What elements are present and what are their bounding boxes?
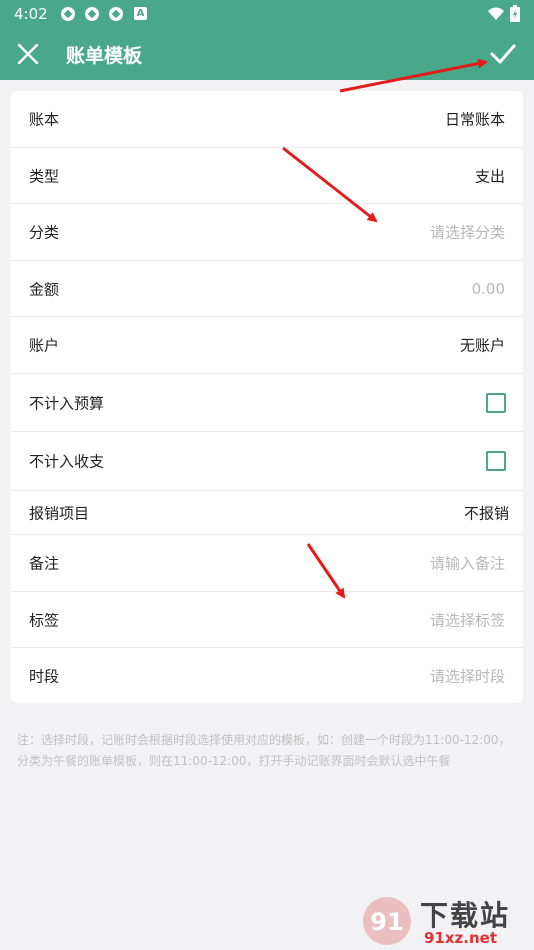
row-label: 时段 [29,667,60,685]
status-bar: 4:02 A [0,0,534,28]
row-label: 分类 [29,223,60,242]
row-label: 不计入收支 [29,452,105,471]
category-placeholder: 请选择分类 [429,223,505,242]
time-period-placeholder: 请选择时段 [429,667,505,685]
row-remark[interactable]: 备注 请输入备注 [11,535,523,592]
row-label: 账户 [29,336,60,355]
row-type[interactable]: 类型 支出 [11,148,523,204]
row-label: 不计入预算 [29,394,105,412]
watermark-text: 下载站 [420,899,511,932]
page-title: 账单模板 [66,45,143,67]
help-note: 注：选择时段，记账时会根据时段选择使用对应的模板，如：创建一个时段为11:00-… [17,733,511,768]
row-amount[interactable]: 金额 0.00 [11,261,523,317]
amount-input[interactable]: 0.00 [472,280,505,298]
row-tags[interactable]: 标签 请选择标签 [11,592,523,648]
row-label: 金额 [29,280,60,298]
remark-input[interactable]: 请输入备注 [430,553,505,574]
battery-icon [510,5,520,22]
row-label: 账本 [29,110,60,129]
exclude-budget-checkbox[interactable] [486,392,506,413]
row-reimbursement[interactable]: 报销项目 不报销 [11,491,523,535]
status-right [488,5,520,22]
row-label: 备注 [29,554,60,573]
watermark-url: 91xz.net [424,929,498,947]
status-time: 4:02 [14,5,48,23]
template-form: 账本 日常账本 类型 支出 分类 请选择分类 金额 0.00 账户 无账户 不计… [11,91,523,703]
app-notification-icon [85,7,99,21]
exclude-income-expense-checkbox[interactable] [486,451,506,471]
app-bar: 账单模板 [0,28,534,80]
row-label: 报销项目 [29,504,90,522]
wifi-icon [488,7,504,20]
tags-placeholder: 请选择标签 [429,611,505,629]
row-label: 标签 [29,611,60,629]
ledger-value: 日常账本 [444,110,505,129]
account-value: 无账户 [459,336,505,355]
row-exclude-budget[interactable]: 不计入预算 [11,374,523,432]
watermark-logo: 91 下载站 91xz.net [360,894,530,948]
reimbursement-value: 不报销 [463,504,509,522]
app-notification-icon [109,7,123,21]
app-notification-icon [61,7,75,21]
check-icon[interactable] [486,37,520,71]
text-notification-icon: A [134,7,147,20]
row-ledger[interactable]: 账本 日常账本 [11,91,523,148]
close-icon[interactable] [12,38,44,70]
type-value: 支出 [474,167,505,185]
row-account[interactable]: 账户 无账户 [11,317,523,374]
row-label: 类型 [29,167,60,185]
row-time-period[interactable]: 时段 请选择时段 [11,648,523,703]
row-exclude-income-expense[interactable]: 不计入收支 [11,432,523,491]
svg-text:91: 91 [370,908,403,936]
row-category[interactable]: 分类 请选择分类 [11,204,523,261]
watermark-emblem-icon: 91 [363,897,411,945]
